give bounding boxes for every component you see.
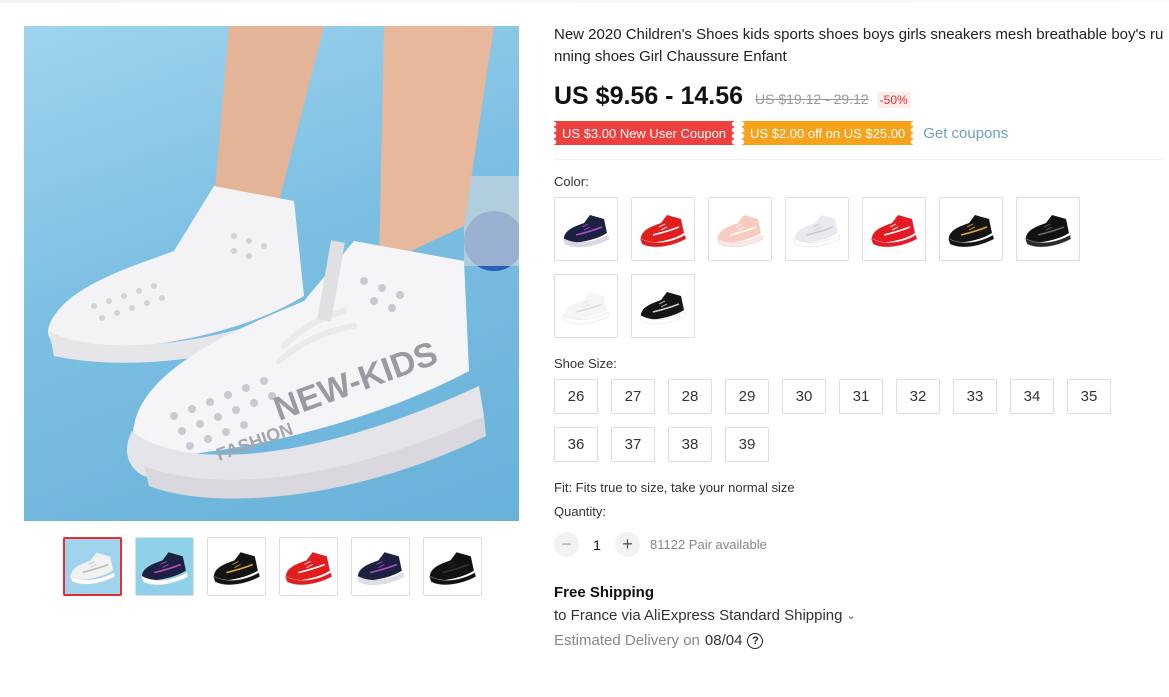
size-option-31[interactable]: 31 — [839, 379, 883, 414]
sneakers-photo-icon: NEW-KIDS FASHION — [48, 26, 519, 499]
size-option-36[interactable]: 36 — [554, 427, 598, 462]
size-option-35[interactable]: 35 — [1067, 379, 1111, 414]
thumb-svg-4 — [356, 552, 405, 586]
size-option-39[interactable]: 39 — [725, 427, 769, 462]
thumbnail-2[interactable] — [135, 537, 194, 596]
product-info: New 2020 Children's Shoes kids sports sh… — [554, 24, 1164, 649]
color-label: Color: — [554, 174, 589, 189]
shipping-title: Free Shipping — [554, 584, 655, 601]
thumbnail-strip — [63, 537, 482, 596]
stock-available: 81122 Pair available — [650, 537, 767, 552]
size-option-33[interactable]: 33 — [953, 379, 997, 414]
size-option-34[interactable]: 34 — [1010, 379, 1054, 414]
color-option[interactable] — [939, 197, 1003, 261]
size-option-37[interactable]: 37 — [611, 427, 655, 462]
estimated-delivery: Estimated Delivery on 08/04 ? — [554, 632, 1164, 649]
color-option[interactable] — [554, 274, 618, 338]
color-option[interactable] — [708, 197, 772, 261]
quantity-label: Quantity: — [554, 504, 607, 519]
size-option-30[interactable]: 30 — [782, 379, 826, 414]
quantity-stepper: − 1 + 81122 Pair available — [554, 532, 1164, 557]
swatch-svg-4 — [870, 215, 918, 248]
size-label: Shoe Size: — [554, 356, 617, 371]
color-option[interactable] — [554, 197, 618, 261]
color-option[interactable] — [862, 197, 926, 261]
size-option-28[interactable]: 28 — [668, 379, 712, 414]
help-icon[interactable]: ? — [747, 632, 764, 649]
fit-note: Fit: Fits true to size, take your normal… — [554, 480, 795, 495]
decrease-quantity-button[interactable]: − — [554, 532, 579, 557]
thumbnail-6[interactable] — [423, 537, 482, 596]
quantity-value[interactable]: 1 — [579, 537, 615, 553]
color-option[interactable] — [631, 197, 695, 261]
color-option[interactable] — [1016, 197, 1080, 261]
thumb-svg-0 — [65, 539, 120, 594]
thumbnail-4[interactable] — [279, 537, 338, 596]
discount-badge: -50% — [876, 92, 911, 108]
size-option-27[interactable]: 27 — [611, 379, 655, 414]
get-coupons-link[interactable]: Get coupons — [923, 125, 1008, 142]
delivery-date: 08/04 — [704, 632, 743, 649]
swatch-svg-0 — [562, 215, 610, 248]
thumb-svg-1 — [136, 538, 193, 595]
swatch-svg-2 — [716, 215, 764, 248]
color-swatches — [554, 197, 1094, 338]
size-options: 26 27 28 29 30 31 32 33 34 35 36 37 38 3… — [554, 379, 1134, 462]
main-product-image[interactable]: NEW-KIDS FASHION — [24, 26, 519, 521]
size-option-32[interactable]: 32 — [896, 379, 940, 414]
store-coupon[interactable]: US $2.00 off on US $25.00 — [742, 121, 914, 145]
shipping-method-text: to France via AliExpress Standard Shippi… — [554, 607, 843, 624]
size-option-38[interactable]: 38 — [668, 427, 712, 462]
color-option[interactable] — [785, 197, 849, 261]
swatch-svg-1 — [639, 215, 687, 248]
thumbnail-3[interactable] — [207, 537, 266, 596]
thumb-svg-3 — [284, 552, 333, 586]
coupon-row: US $3.00 New User Coupon US $2.00 off on… — [554, 121, 1164, 145]
price-row: US $9.56 - 14.56 US $19.12 - 29.12 -50% — [554, 82, 1164, 111]
swatch-svg-7 — [562, 292, 610, 325]
thumbnail-1[interactable] — [63, 537, 122, 596]
swatch-svg-3 — [793, 215, 841, 248]
swatch-svg-8 — [639, 292, 687, 325]
swatch-svg-5 — [947, 215, 995, 248]
delivery-label: Estimated Delivery on — [554, 632, 700, 649]
top-bar-edge — [0, 0, 1169, 3]
size-option-26[interactable]: 26 — [554, 379, 598, 414]
swatch-svg-6 — [1024, 215, 1072, 248]
divider — [554, 159, 1164, 160]
color-option[interactable] — [631, 274, 695, 338]
chevron-down-icon: ⌄ — [846, 610, 856, 622]
shipping-method-selector[interactable]: to France via AliExpress Standard Shippi… — [554, 607, 1164, 624]
original-price: US $19.12 - 29.12 — [755, 91, 869, 107]
new-user-coupon[interactable]: US $3.00 New User Coupon — [554, 121, 735, 145]
thumbnail-5[interactable] — [351, 537, 410, 596]
thumb-svg-2 — [212, 552, 261, 586]
product-title: New 2020 Children's Shoes kids sports sh… — [554, 26, 1164, 65]
current-price: US $9.56 - 14.56 — [554, 82, 744, 110]
thumb-svg-5 — [428, 552, 477, 586]
size-option-29[interactable]: 29 — [725, 379, 769, 414]
increase-quantity-button[interactable]: + — [615, 532, 640, 557]
